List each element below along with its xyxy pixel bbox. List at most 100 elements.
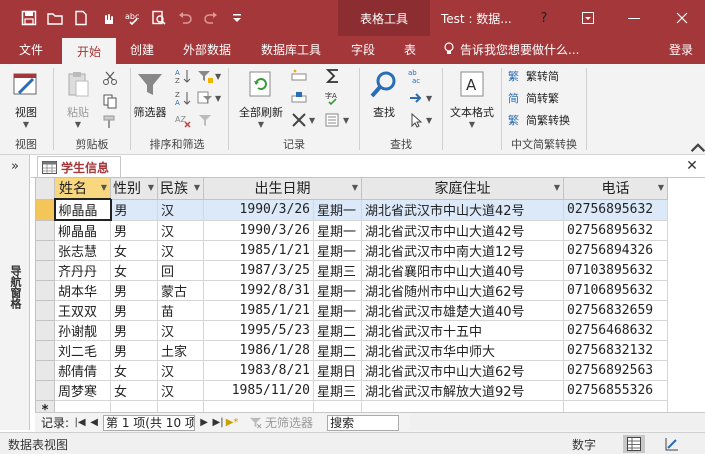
paste-button[interactable]: 粘贴 ▼ — [60, 68, 96, 129]
help-button[interactable]: ? — [532, 0, 556, 36]
table-row[interactable]: 刘二毛男土家 1986/1/28 星期二 湖北省武汉市华中师大 02756832132 — [35, 340, 668, 361]
tab-file[interactable]: 文件 — [8, 36, 54, 62]
cell-weekday[interactable]: 星期二 — [313, 340, 362, 361]
cell-name[interactable]: 柳晶晶 — [53, 198, 112, 221]
cell-name[interactable]: 张志慧 — [54, 240, 111, 261]
row-selector[interactable] — [35, 380, 55, 401]
cell-address[interactable]: 湖北省武汉市雄楚大道40号 — [361, 300, 564, 321]
cut-button[interactable] — [102, 70, 118, 86]
row-selector[interactable] — [35, 320, 55, 341]
tab-student-info[interactable]: 学生信息 — [37, 156, 121, 178]
cell-name[interactable]: 郝倩倩 — [54, 360, 111, 381]
row-selector[interactable] — [35, 198, 55, 221]
row-selector[interactable] — [35, 260, 55, 281]
close-window-button[interactable] — [659, 0, 705, 36]
cell-phone[interactable]: 02756895632 — [563, 219, 668, 241]
cell-name[interactable]: 刘二毛 — [54, 340, 111, 361]
undo-button[interactable] — [172, 6, 198, 30]
cell-address[interactable]: 湖北省武汉市中山大道62号 — [361, 360, 564, 381]
cell-weekday[interactable]: 星期三 — [313, 260, 362, 281]
cell-phone[interactable]: 02756855326 — [563, 380, 668, 401]
open-button[interactable] — [42, 6, 68, 30]
column-header-phone[interactable]: 电话 ▼ — [563, 177, 668, 200]
cell-name[interactable]: 胡本华 — [54, 280, 111, 301]
spelling-button[interactable]: abc — [120, 6, 146, 30]
format-painter-button[interactable] — [102, 114, 118, 130]
cell-weekday[interactable]: 星期二 — [313, 320, 362, 341]
cell-weekday[interactable]: 星期一 — [313, 219, 362, 241]
cell-phone[interactable]: 02756892563 — [563, 360, 668, 381]
replace-button[interactable]: ab ac — [408, 68, 424, 84]
refresh-all-button[interactable]: 全部刷新 ▼ — [233, 68, 289, 129]
sort-ascending-button[interactable]: AZ — [175, 68, 191, 84]
column-dropdown-icon[interactable]: ▼ — [194, 183, 200, 192]
customize-qat-button[interactable] — [224, 6, 250, 30]
cell-ethnicity[interactable]: 土家 — [157, 340, 204, 361]
cell-weekday[interactable]: 星期三 — [313, 380, 362, 401]
cell-phone[interactable]: 02756832659 — [563, 300, 668, 321]
save-button[interactable] — [16, 6, 42, 30]
new-button[interactable] — [68, 6, 94, 30]
cell-address[interactable]: 湖北省武汉市中山大道42号 — [361, 198, 564, 221]
cell-birthdate[interactable]: 1985/1/21 — [203, 240, 314, 261]
current-record-field[interactable]: 第 1 项(共 10 项) — [103, 414, 196, 431]
new-record-button[interactable] — [291, 68, 307, 84]
row-selector[interactable] — [35, 240, 55, 261]
nav-pane-toggle-button[interactable]: » — [0, 157, 30, 175]
text-format-button[interactable]: A 文本格式 ▼ — [446, 68, 498, 129]
cell-gender[interactable]: 女 — [110, 260, 158, 281]
column-header-birthdate[interactable]: 出生日期 ▼ — [203, 177, 362, 200]
table-row[interactable]: 柳晶晶男汉 1990/3/26 星期一 湖北省武汉市中山大道42号 0275689563… — [35, 198, 668, 221]
column-dropdown-icon[interactable]: ▼ — [554, 183, 560, 192]
row-selector[interactable] — [35, 280, 55, 301]
next-record-button[interactable]: ▶ — [197, 415, 211, 431]
column-header-gender[interactable]: 性别 ▼ — [110, 177, 158, 200]
cell-phone[interactable]: 02756894326 — [563, 240, 668, 261]
tab-external-data[interactable]: 外部数据 — [172, 36, 242, 62]
previous-record-button[interactable]: ◀ — [87, 415, 101, 431]
cell-weekday[interactable]: 星期一 — [313, 240, 362, 261]
cell-ethnicity[interactable]: 回 — [157, 260, 204, 281]
collapse-ribbon-button[interactable] — [690, 140, 705, 156]
cell-ethnicity[interactable]: 蒙古 — [157, 280, 204, 301]
row-selector[interactable] — [35, 360, 55, 381]
table-row[interactable]: 张志慧女汉 1985/1/21 星期一 湖北省武汉市中南大道12号 0275689432… — [35, 240, 668, 261]
cell-ethnicity[interactable]: 汉 — [157, 360, 204, 381]
cell-address[interactable]: 湖北省武汉市解放大道92号 — [361, 380, 564, 401]
table-row[interactable]: 孙谢靓男汉 1995/5/23 星期二 湖北省武汉市十五中 02756468632 — [35, 320, 668, 341]
design-view-button[interactable] — [661, 435, 683, 453]
more-records-button[interactable]: ▼ — [325, 112, 349, 128]
touch-mode-button[interactable] — [94, 6, 120, 30]
to-simplified-button[interactable]: 简 简转繁 — [508, 90, 559, 106]
row-selector[interactable] — [35, 219, 55, 241]
delete-record-button[interactable]: ▼ — [291, 112, 315, 128]
table-row[interactable]: 柳晶晶男汉 1990/3/26 星期一 湖北省武汉市中山大道42号 0275689563… — [35, 219, 668, 241]
cell-name[interactable]: 周梦寒 — [54, 380, 111, 401]
cell-birthdate[interactable]: 1985/11/20 — [203, 380, 314, 401]
no-filter-indicator[interactable]: 无筛选器 — [249, 414, 313, 431]
goto-button[interactable]: ▼ — [408, 90, 432, 106]
cell-birthdate[interactable]: 1992/8/31 — [203, 280, 314, 301]
cell-birthdate[interactable]: 1990/3/26 — [203, 219, 314, 241]
view-button[interactable]: 视图 ▼ — [8, 68, 44, 129]
nav-pane-label[interactable]: 导航窗格 — [7, 265, 23, 309]
cell-weekday[interactable]: 星期一 — [313, 300, 362, 321]
cell-gender[interactable]: 女 — [110, 240, 158, 261]
row-selector[interactable] — [35, 300, 55, 321]
cell-weekday[interactable]: 星期一 — [313, 198, 362, 221]
cell-address[interactable]: 湖北省武汉市中山大道42号 — [361, 219, 564, 241]
column-dropdown-icon[interactable]: ▼ — [148, 183, 154, 192]
cell-address[interactable]: 湖北省武汉市华中师大 — [361, 340, 564, 361]
column-dropdown-icon[interactable]: ▼ — [101, 183, 107, 192]
cell-address[interactable]: 湖北省武汉市中南大道12号 — [361, 240, 564, 261]
toggle-filter-button[interactable] — [197, 112, 213, 128]
print-preview-button[interactable] — [146, 6, 172, 30]
cell-address[interactable]: 湖北省随州市中山大道62号 — [361, 280, 564, 301]
cell-gender[interactable]: 男 — [110, 320, 158, 341]
select-all-cell[interactable] — [35, 177, 55, 200]
to-traditional-button[interactable]: 繁 繁转简 — [508, 68, 559, 84]
cell-ethnicity[interactable]: 汉 — [157, 198, 204, 221]
cell-gender[interactable]: 女 — [110, 380, 158, 401]
cell-gender[interactable]: 男 — [110, 219, 158, 241]
first-record-button[interactable]: |◀ — [73, 415, 87, 431]
